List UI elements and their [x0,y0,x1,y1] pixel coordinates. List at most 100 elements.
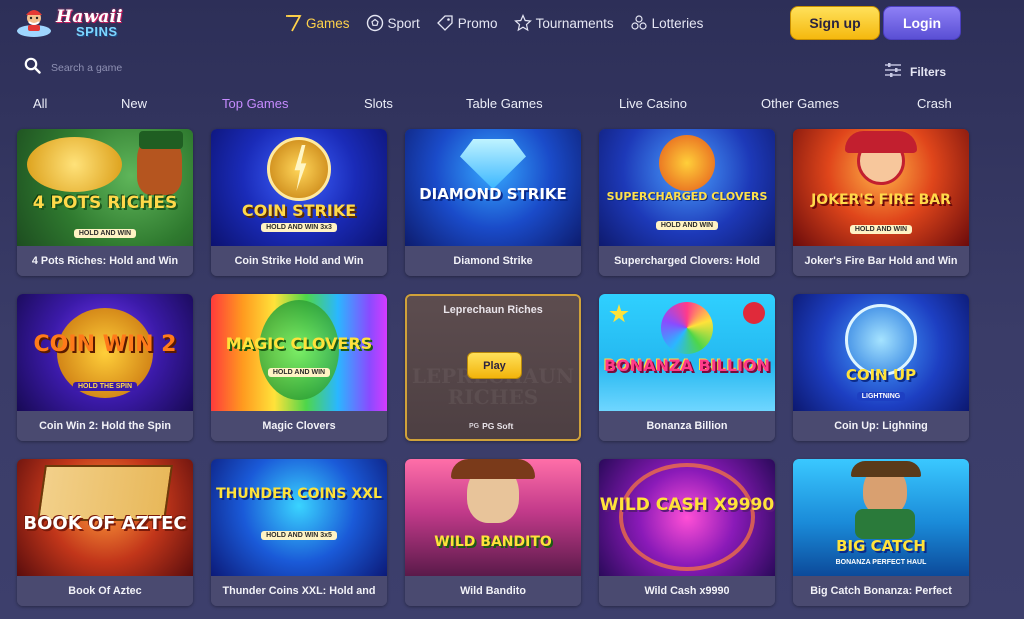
game-art-subtitle: HOLD AND WIN [849,225,913,234]
game-art-title: WILD BANDITO [434,534,552,550]
game-card[interactable]: WILD CASH X9990 Wild Cash x9990 [599,459,775,606]
game-card[interactable]: COIN UP LIGHTNING Coin Up: Lighning [793,294,969,441]
game-art-title: BONANZA BILLION [604,356,770,375]
game-card[interactable]: COIN STRIKE HOLD AND WIN 3x3 Coin Strike… [211,129,387,276]
game-title: Diamond Strike [405,246,581,276]
game-art-title: COIN UP [845,366,917,384]
game-card[interactable]: BONANZA BILLION Bonanza Billion [599,294,775,441]
game-art-subtitle: HOLD AND WIN [655,221,719,230]
search-icon[interactable] [24,57,41,79]
game-art-title: WILD CASH X9990 [599,495,775,515]
tag-icon [436,14,454,32]
tab-crash[interactable]: Crash [917,96,952,111]
game-title: Book Of Aztec [17,576,193,606]
game-thumbnail: COIN UP LIGHTNING [793,294,969,411]
game-title: Bonanza Billion [599,411,775,441]
nav-sport-label: Sport [387,15,420,31]
game-title: Supercharged Clovers: Hold [599,246,775,276]
game-card[interactable]: JOKER'S FIRE BAR HOLD AND WIN Joker's Fi… [793,129,969,276]
lottery-balls-icon [630,14,648,32]
game-title: 4 Pots Riches: Hold and Win [17,246,193,276]
game-card[interactable]: THUNDER COINS XXL HOLD AND WIN 3x5 Thund… [211,459,387,606]
game-card[interactable]: DIAMOND STRIKE Diamond Strike [405,129,581,276]
nav-lotteries-label: Lotteries [651,15,704,31]
game-card[interactable]: COIN WIN 2 HOLD THE SPIN Coin Win 2: Hol… [17,294,193,441]
game-title: Magic Clovers [211,411,387,441]
game-title: Big Catch Bonanza: Perfect [793,576,969,606]
game-thumbnail: COIN STRIKE HOLD AND WIN 3x3 [211,129,387,246]
soccer-ball-icon [366,14,384,32]
game-art-subtitle: LIGHTNING [856,392,906,401]
game-card[interactable]: BOOK OF AZTEC Book Of Aztec [17,459,193,606]
nav-lotteries[interactable]: Lotteries [630,14,704,32]
mascot-icon [17,10,51,37]
game-art-title: 4 POTS RICHES [32,193,178,213]
nav-promo[interactable]: Promo [436,14,498,32]
game-art-subtitle: HOLD THE SPIN [72,382,138,391]
game-card[interactable]: SUPERCHARGED CLOVERS HOLD AND WIN Superc… [599,129,775,276]
game-card[interactable]: 4 POTS RICHES HOLD AND WIN 4 Pots Riches… [17,129,193,276]
main-navigation: Games Sport Promo Tournaments Lotteries [284,11,719,35]
game-thumbnail: MAGIC CLOVERS HOLD AND WIN [211,294,387,411]
game-title: Thunder Coins XXL: Hold and [211,576,387,606]
filters-label: Filters [910,64,947,79]
login-button[interactable]: Login [883,6,961,40]
tab-live-casino[interactable]: Live Casino [619,96,687,111]
game-title: Coin Win 2: Hold the Spin [17,411,193,441]
filters-button[interactable]: Filters [884,62,946,81]
game-thumbnail: THUNDER COINS XXL HOLD AND WIN 3x5 [211,459,387,576]
game-title: Wild Cash x9990 [599,576,775,606]
game-art-title: COIN WIN 2 [33,332,177,357]
game-thumbnail: WILD CASH X9990 [599,459,775,576]
game-thumbnail: JOKER'S FIRE BAR HOLD AND WIN [793,129,969,246]
tab-new[interactable]: New [121,96,147,111]
sliders-icon [884,62,902,81]
signup-button[interactable]: Sign up [790,6,880,40]
game-art-subtitle: BONANZA PERFECT HAUL [835,559,927,566]
game-art-title: JOKER'S FIRE BAR [811,192,951,208]
game-thumbnail: BIG CATCH BONANZA PERFECT HAUL [793,459,969,576]
site-header: Hawaii SPINS Games Sport Promo Tournamen… [0,0,1024,46]
search-bar [24,56,324,80]
game-art-title: COIN STRIKE [241,201,357,220]
nav-games[interactable]: Games [284,14,350,32]
game-title: Coin Up: Lighning [793,411,969,441]
nav-promo-label: Promo [457,15,498,31]
game-card[interactable]: WILD BANDITO Wild Bandito [405,459,581,606]
star-icon [513,14,532,32]
tab-top-games[interactable]: Top Games [222,96,288,111]
game-art-title: DIAMOND STRIKE [419,185,567,203]
logo-subword: SPINS [76,24,118,39]
tab-all[interactable]: All [33,96,47,111]
game-title: Leprechaun Riches [443,304,543,316]
play-button[interactable]: Play [467,352,522,379]
game-art-title: BOOK OF AZTEC [23,513,187,534]
seven-icon [284,14,302,32]
nav-sport[interactable]: Sport [366,14,420,32]
game-thumbnail: DIAMOND STRIKE [405,129,581,246]
tab-slots[interactable]: Slots [364,96,393,111]
game-card-hover[interactable]: LEPRECHAUN RICHES Leprechaun Riches Play… [405,294,581,441]
game-card[interactable]: MAGIC CLOVERS HOLD AND WIN Magic Clovers [211,294,387,441]
game-title: Coin Strike Hold and Win [211,246,387,276]
game-thumbnail: BOOK OF AZTEC [17,459,193,576]
game-thumbnail: 4 POTS RICHES HOLD AND WIN [17,129,193,246]
game-art-subtitle: HOLD AND WIN 3x5 [261,531,337,540]
game-provider: PG PG Soft [469,421,513,431]
game-card[interactable]: BIG CATCH BONANZA PERFECT HAUL Big Catch… [793,459,969,606]
game-title: Wild Bandito [405,576,581,606]
provider-name: PG Soft [482,421,514,431]
search-input[interactable] [51,62,291,74]
game-art-subtitle: HOLD AND WIN [73,229,137,238]
game-thumbnail: BONANZA BILLION [599,294,775,411]
game-title: Joker's Fire Bar Hold and Win [793,246,969,276]
tab-table-games[interactable]: Table Games [466,96,543,111]
nav-tournaments[interactable]: Tournaments [513,14,614,32]
game-thumbnail: WILD BANDITO [405,459,581,576]
tab-other-games[interactable]: Other Games [761,96,839,111]
game-art-subtitle: HOLD AND WIN [267,368,331,377]
nav-tournaments-label: Tournaments [535,15,614,31]
site-logo[interactable]: Hawaii SPINS [16,5,141,43]
provider-logo-icon: PG [469,422,480,430]
game-art-title: BIG CATCH [836,537,926,555]
